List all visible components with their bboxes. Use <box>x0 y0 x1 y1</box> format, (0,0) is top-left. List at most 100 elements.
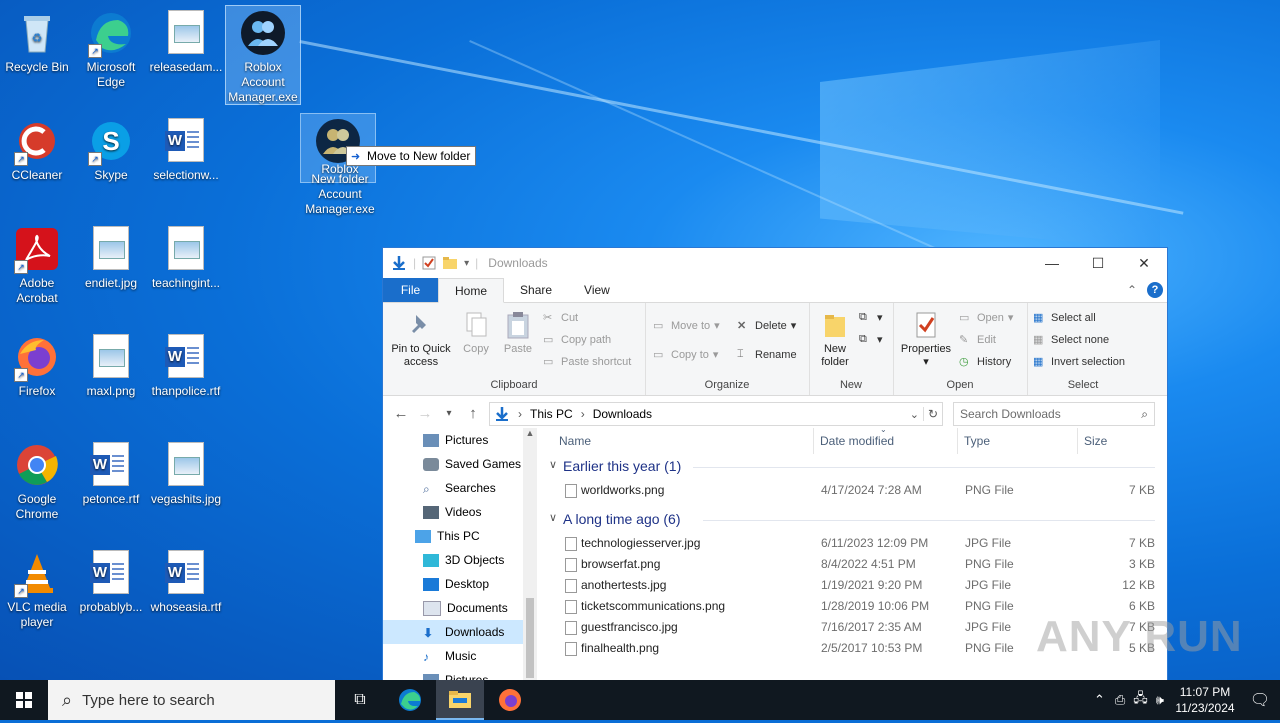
desktop-icon-microsoft-edge[interactable]: ↗ Microsoft Edge <box>74 6 148 90</box>
column-date-modified[interactable]: Date modified <box>820 434 894 448</box>
desktop-icon-google-chrome[interactable]: Google Chrome <box>0 438 74 522</box>
close-button[interactable]: ✕ <box>1121 255 1167 272</box>
copy-button[interactable]: Copy <box>455 311 497 356</box>
nav-item-this-pc[interactable]: This PC <box>383 524 537 548</box>
drag-tooltip: ➜ Move to New folder <box>346 146 477 166</box>
tab-view[interactable]: View <box>568 278 626 302</box>
file-row[interactable]: worldworks.png 4/17/2024 7:28 AM PNG File 7… <box>543 480 1163 501</box>
paste-button[interactable]: Paste <box>499 311 537 356</box>
edit-button[interactable]: ✎ Edit <box>959 333 996 347</box>
recent-locations-icon[interactable]: ▾ <box>437 408 461 419</box>
address-bar[interactable]: › This PC › Downloads ⌄ ↻ <box>489 402 943 426</box>
desktop-icon-teachingint[interactable]: teachingint... <box>149 222 223 291</box>
taskbar-search[interactable]: ⌕ Type here to search <box>48 680 335 720</box>
select-none-button[interactable]: ▦ Select none <box>1033 333 1109 347</box>
desktop-icon-maxl[interactable]: maxl.png <box>74 330 148 399</box>
properties-button[interactable]: Properties ▾ <box>897 311 955 369</box>
new-folder-icon[interactable] <box>442 256 458 270</box>
forward-arrow-icon[interactable]: → <box>413 405 437 422</box>
taskbar-file-explorer[interactable] <box>436 680 484 720</box>
back-arrow-icon[interactable]: ← <box>389 405 413 422</box>
up-arrow-icon[interactable]: ↑ <box>461 405 485 422</box>
breadcrumb-this-pc[interactable]: This PC <box>530 407 573 421</box>
file-row[interactable]: technologiesserver.jpg 6/11/2023 12:09 PM… <box>543 533 1163 554</box>
desktop-icon-roblox-account-manager[interactable]: Roblox Account Manager.exe <box>225 5 301 105</box>
nav-item-videos[interactable]: Videos <box>383 500 537 524</box>
tab-home[interactable]: Home <box>438 278 505 303</box>
group-header[interactable]: ∨ A long time ago (6) <box>543 507 1163 533</box>
new-item-button[interactable]: ⧉ ▾ <box>859 311 883 324</box>
taskbar-firefox[interactable] <box>486 680 534 720</box>
breadcrumb-downloads[interactable]: Downloads <box>593 407 652 421</box>
history-button[interactable]: ◷ History <box>959 355 1011 369</box>
clock[interactable]: 11:07 PM 11/23/2024 <box>1170 684 1240 716</box>
nav-scrollbar[interactable]: ▲ <box>523 428 537 681</box>
desktop-icon-probablyb[interactable]: W probablyb... <box>74 546 148 615</box>
cut-button[interactable]: ✂ Cut <box>543 311 578 325</box>
taskbar-edge[interactable] <box>386 680 434 720</box>
nav-item-3d-objects[interactable]: 3D Objects <box>383 548 537 572</box>
file-row[interactable]: browserfat.png 8/4/2022 4:51 PM PNG File 3 … <box>543 554 1163 575</box>
nav-item-music[interactable]: ♪ Music <box>383 644 537 668</box>
desktop-icon-recycle-bin[interactable]: ♻ Recycle Bin <box>0 6 74 75</box>
title-bar[interactable]: | ▾ | Downloads — ☐ ✕ <box>383 248 1167 278</box>
nav-item-pictures[interactable]: Pictures <box>383 428 537 452</box>
address-dropdown-icon[interactable]: ⌄ <box>910 408 923 421</box>
volume-icon[interactable]: 🕪 <box>1156 692 1164 708</box>
nav-item-searches[interactable]: ⌕ Searches <box>383 476 537 500</box>
desktop-icon-adobe-acrobat[interactable]: ↗ Adobe Acrobat <box>0 222 74 306</box>
new-folder-button[interactable]: New folder <box>815 311 855 369</box>
nav-item-saved-games[interactable]: Saved Games <box>383 452 537 476</box>
search-box[interactable]: Search Downloads ⌕ <box>953 402 1155 426</box>
desktop-icon-ccleaner[interactable]: ↗ CCleaner <box>0 114 74 183</box>
search-input[interactable]: Search Downloads <box>960 407 1061 421</box>
collapse-ribbon-icon[interactable]: ⌃ <box>1127 283 1137 297</box>
tab-file[interactable]: File <box>383 278 438 302</box>
desktop-icon-vegashits[interactable]: vegashits.jpg <box>149 438 223 507</box>
taskbar-search-input[interactable]: Type here to search <box>82 692 215 709</box>
desktop-icon-firefox[interactable]: ↗ Firefox <box>0 330 74 399</box>
invert-selection-button[interactable]: ▦ Invert selection <box>1033 355 1125 369</box>
task-view-button[interactable]: ⧉ <box>336 680 384 720</box>
nav-item-downloads[interactable]: ⬇ Downloads <box>383 620 537 644</box>
desktop-icon-skype[interactable]: S ↗ Skype <box>74 114 148 183</box>
start-button[interactable] <box>0 680 48 720</box>
help-icon[interactable]: ? <box>1147 282 1163 298</box>
copy-path-button[interactable]: ▭ Copy path <box>543 333 611 347</box>
network-icon[interactable]: 🖧 <box>1133 689 1148 711</box>
nav-item-desktop[interactable]: Desktop <box>383 572 537 596</box>
nav-item-documents[interactable]: Documents <box>383 596 537 620</box>
move-to-button[interactable]: ▭ Move to ▾ <box>653 319 720 333</box>
refresh-icon[interactable]: ↻ <box>922 407 942 421</box>
desktop-icon-endiet[interactable]: endiet.jpg <box>74 222 148 291</box>
desktop-icon-thanpolice[interactable]: W thanpolice.rtf <box>149 330 223 399</box>
group-header[interactable]: ∨ Earlier this year (1) <box>543 454 1163 480</box>
easy-access-button[interactable]: ⧉ ▾ <box>859 333 883 346</box>
delete-button[interactable]: ✕ Delete ▾ <box>737 319 796 333</box>
show-hidden-icons-icon[interactable]: ⌃ <box>1094 692 1105 708</box>
copy-to-button[interactable]: ▭ Copy to ▾ <box>653 348 718 362</box>
minimize-button[interactable]: — <box>1029 255 1075 272</box>
properties-icon[interactable] <box>422 256 436 270</box>
desktop-icon-whoseasia[interactable]: W whoseasia.rtf <box>149 546 223 615</box>
open-button[interactable]: ▭ Open ▾ <box>959 311 1013 325</box>
device-icon[interactable]: ⎙ <box>1115 692 1125 708</box>
tab-share[interactable]: Share <box>504 278 568 302</box>
desktop-icon-petonce[interactable]: W petonce.rtf <box>74 438 148 507</box>
desktop-icon-selectionw[interactable]: W selectionw... <box>149 114 223 183</box>
scroll-up-icon[interactable]: ▲ <box>523 428 537 438</box>
pin-to-quick-access-button[interactable]: Pin to Quick access <box>389 311 453 369</box>
file-row[interactable]: anothertests.jpg 1/19/2021 9:20 PM JPG Fil… <box>543 575 1163 596</box>
column-type[interactable]: Type <box>964 434 990 448</box>
column-name[interactable]: Name <box>559 434 591 448</box>
paste-shortcut-button[interactable]: ▭ Paste shortcut <box>543 355 631 369</box>
select-all-button[interactable]: ▦ Select all <box>1033 311 1096 325</box>
desktop-icon-releasedam[interactable]: releasedam... <box>149 6 223 75</box>
desktop-icon-vlc[interactable]: ↗ VLC media player <box>0 546 74 630</box>
maximize-button[interactable]: ☐ <box>1075 255 1121 272</box>
notifications-icon[interactable]: 🗨 <box>1240 690 1280 710</box>
column-size[interactable]: Size <box>1084 434 1107 448</box>
customize-qat-icon[interactable]: ▾ <box>464 258 469 269</box>
rename-button[interactable]: ⌶ Rename <box>737 348 797 361</box>
scroll-thumb[interactable] <box>526 598 534 678</box>
